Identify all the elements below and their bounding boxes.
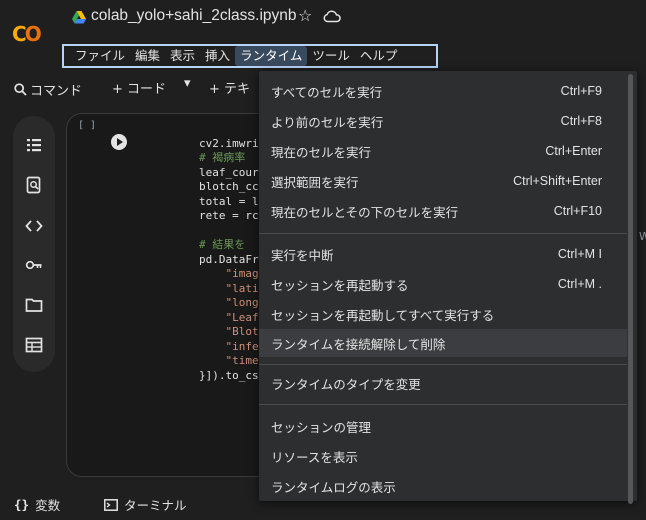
variables-braces-icon: {} [14,497,30,512]
code-line: "lati [199,281,259,295]
menu-item-label: 現在のセルを実行 [271,144,372,160]
menu-view[interactable]: 表示 [165,46,200,66]
menu-item-run-after[interactable]: 現在のセルとその下のセルを実行 Ctrl+F10 [259,197,627,225]
code-snippets-icon[interactable] [25,217,43,235]
variables-button[interactable]: {} 変数 [14,495,60,514]
menu-item-label: 選択範囲を実行 [271,174,359,190]
terminal-button[interactable]: ターミナル [104,495,187,514]
code-line: leaf_cour [199,165,259,179]
menu-tools[interactable]: ツール [307,46,355,66]
code-line: # 褐病率 [199,151,246,164]
menu-scrollbar[interactable] [628,74,633,504]
menu-item-label: 実行を中断 [271,247,334,263]
code-line: cv2.imwri [199,136,259,150]
code-line: }]).to_cs [199,368,259,382]
add-code-dropdown-icon[interactable]: ▾ [184,76,191,91]
menu-item-label: より前のセルを実行 [271,114,384,130]
menu-item-view-resources[interactable]: リソースを表示 [259,442,627,470]
code-line: "Leaf [199,310,259,324]
menu-item-shortcut: Ctrl+Shift+Enter [513,174,602,188]
menu-item-shortcut: Ctrl+M . [557,277,602,291]
folder-icon[interactable] [25,296,43,314]
variables-label: 変数 [35,498,61,513]
menu-item-shortcut: Ctrl+Enter [545,144,602,158]
menu-insert[interactable]: 挿入 [200,46,235,66]
notebook-title[interactable]: colab_yolo+sahi_2class.ipynb [91,7,297,25]
menu-item-change-runtime-type[interactable]: ランタイムのタイプを変更 [259,369,627,397]
menu-item-shortcut: Ctrl+M I [557,247,602,261]
code-line: "time [199,354,259,367]
code-editor[interactable]: cv2.imwri # 褐病率 leaf_cour blotch_cc total = … [199,122,259,398]
code-line: rete = rc [199,209,259,222]
menu-divider [259,364,627,365]
menu-edit[interactable]: 編集 [130,46,165,66]
code-line: "imag [199,267,259,280]
menu-item-disconnect-and-delete-runtime[interactable]: ランタイムを接続解除して削除 [259,329,627,357]
search-icon [14,82,27,96]
code-line: total = l [199,194,259,208]
secrets-key-icon[interactable] [25,256,43,274]
menu-bar: ファイル 編集 表示 挿入 ランタイム ツール ヘルプ [62,44,438,68]
code-line: "Blot [199,325,259,338]
menu-item-label: ランタイムを接続解除して削除 [271,336,446,352]
runtime-menu: すべてのセルを実行 Ctrl+F9 より前のセルを実行 Ctrl+F8 現在のセ… [259,71,637,501]
menu-item-label: セッションを再起動する [271,277,409,293]
find-replace-icon[interactable] [25,176,43,194]
header: CO colab_yolo+sahi_2class.ipynb ☆ ファイル 編… [0,0,646,70]
terminal-label: ターミナル [124,498,187,513]
table-of-contents-icon[interactable] [25,136,43,154]
left-sidebar [13,116,55,372]
menu-item-restart-session[interactable]: セッションを再起動する Ctrl+M . [259,270,627,298]
menu-item-label: リソースを表示 [271,449,358,465]
code-line: "long [199,296,259,309]
code-line: blotch_cc [199,180,259,193]
run-cell-button[interactable] [111,134,127,150]
toolbar: コマンド + コード ▾ + テキ [0,72,260,106]
code-line: # 結果を [199,238,246,251]
menu-item-shortcut: Ctrl+F10 [553,204,602,218]
clipped-text: W [639,230,646,243]
menu-file[interactable]: ファイル [70,46,130,66]
menu-help[interactable]: ヘルプ [355,46,403,66]
menu-item-label: すべてのセルを実行 [271,84,383,100]
menu-item-label: セッションの管理 [271,419,372,435]
menu-item-label: セッションを再起動してすべて実行する [271,307,495,323]
code-line: pd.DataFr [199,252,259,266]
menu-item-run-all[interactable]: すべてのセルを実行 Ctrl+F9 [259,77,627,105]
add-code-button[interactable]: + コード [112,78,166,97]
code-line: "infe [199,339,259,353]
menu-divider [259,404,627,405]
cloud-icon[interactable] [323,9,341,23]
menu-item-run-before[interactable]: より前のセルを実行 Ctrl+F8 [259,107,627,135]
command-label: コマンド [30,83,83,99]
menu-item-label: 現在のセルとその下のセルを実行 [271,204,459,220]
drive-icon [72,11,86,24]
menu-item-label: ランタイムのタイプを変更 [271,376,421,392]
execution-count: [ ] [78,120,97,131]
menu-item-view-runtime-logs[interactable]: ランタイムログの表示 [259,472,627,500]
menu-item-label: ランタイムログの表示 [271,479,396,495]
menu-item-run-selection[interactable]: 選択範囲を実行 Ctrl+Shift+Enter [259,167,627,195]
menu-item-shortcut: Ctrl+F9 [560,84,602,98]
menu-item-interrupt[interactable]: 実行を中断 Ctrl+M I [259,240,627,268]
colab-logo[interactable]: CO [12,22,42,46]
data-table-icon[interactable] [25,336,43,354]
add-text-button[interactable]: + テキ [209,78,250,97]
menu-item-restart-and-run-all[interactable]: セッションを再起動してすべて実行する [259,300,627,328]
menu-item-manage-sessions[interactable]: セッションの管理 [259,412,627,440]
menu-item-shortcut: Ctrl+F8 [560,114,602,128]
star-outline-icon[interactable]: ☆ [298,6,312,25]
terminal-icon [104,498,118,511]
menu-item-run-current[interactable]: 現在のセルを実行 Ctrl+Enter [259,137,627,165]
command-palette-button[interactable]: コマンド [14,78,82,100]
code-line: ​ [199,224,259,239]
menu-divider [259,233,627,234]
menu-runtime[interactable]: ランタイム [235,46,308,66]
